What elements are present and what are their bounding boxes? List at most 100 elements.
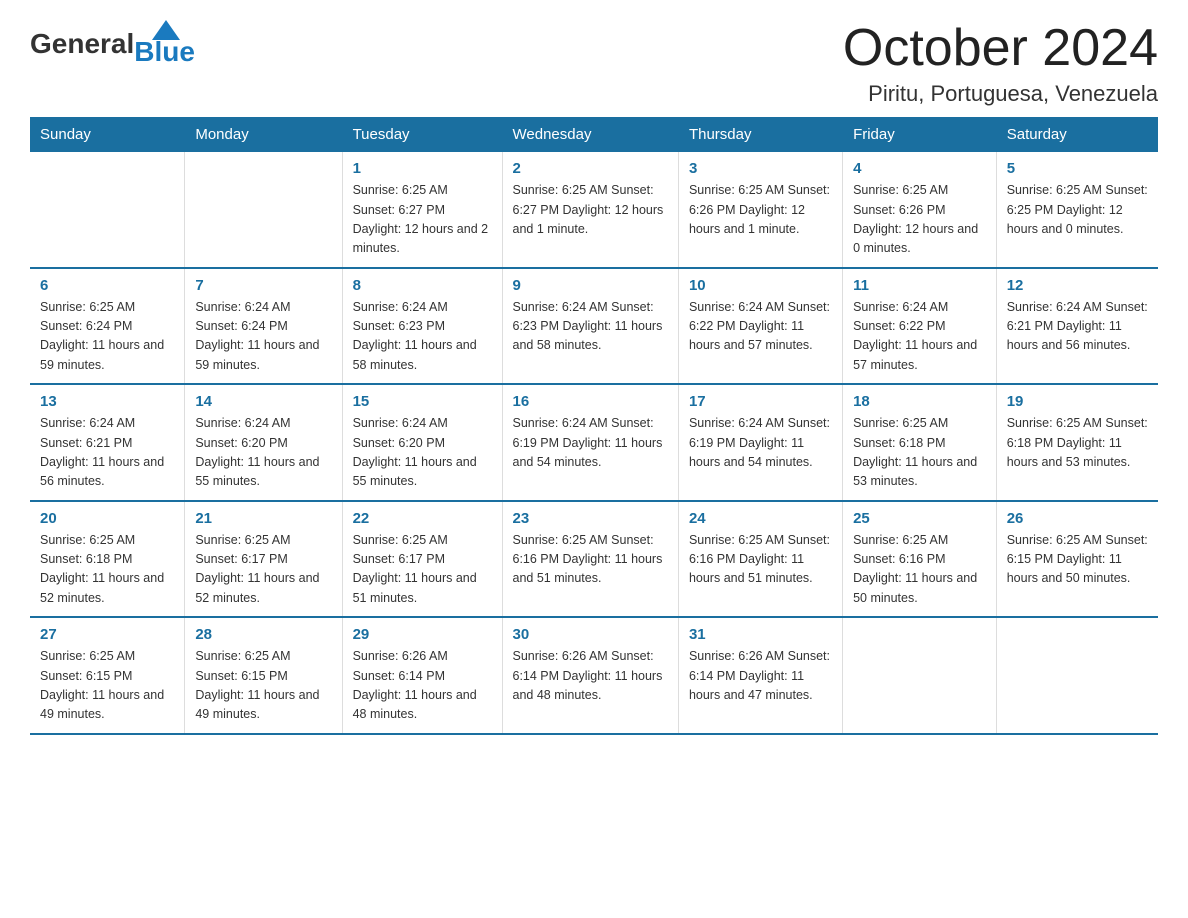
header-cell-tuesday: Tuesday bbox=[342, 118, 502, 152]
week-row-4: 20 Sunrise: 6:25 AM Sunset: 6:18 PM Dayli… bbox=[30, 501, 1158, 618]
day-number: 26 bbox=[1007, 510, 1148, 527]
day-number: 6 bbox=[40, 277, 174, 294]
calendar-cell: 28 Sunrise: 6:25 AM Sunset: 6:15 PM Dayli… bbox=[185, 617, 342, 734]
day-info: Sunrise: 6:25 AM Sunset: 6:17 PM Dayligh… bbox=[353, 531, 492, 609]
calendar-table: SundayMondayTuesdayWednesdayThursdayFrid… bbox=[30, 117, 1158, 735]
calendar-cell: 14 Sunrise: 6:24 AM Sunset: 6:20 PM Dayli… bbox=[185, 384, 342, 501]
day-info: Sunrise: 6:24 AM Sunset: 6:22 PM Dayligh… bbox=[853, 298, 986, 376]
calendar-cell: 8 Sunrise: 6:24 AM Sunset: 6:23 PM Daylig… bbox=[342, 268, 502, 385]
day-info: Sunrise: 6:25 AM Sunset: 6:26 PM Dayligh… bbox=[853, 181, 986, 259]
day-info: Sunrise: 6:26 AM Sunset: 6:14 PM Dayligh… bbox=[353, 647, 492, 725]
calendar-cell: 3 Sunrise: 6:25 AM Sunset: 6:26 PM Daylig… bbox=[678, 152, 842, 268]
header-cell-sunday: Sunday bbox=[30, 118, 185, 152]
logo-blue-text: Blue bbox=[134, 36, 195, 68]
day-info: Sunrise: 6:24 AM Sunset: 6:20 PM Dayligh… bbox=[353, 414, 492, 492]
calendar-cell: 15Sunrise: 6:24 AM Sunset: 6:20 PM Dayli… bbox=[342, 384, 502, 501]
day-info: Sunrise: 6:25 AM Sunset: 6:27 PM Dayligh… bbox=[513, 181, 668, 239]
day-info: Sunrise: 6:25 AM Sunset: 6:18 PM Dayligh… bbox=[1007, 414, 1148, 472]
header-cell-wednesday: Wednesday bbox=[502, 118, 678, 152]
calendar-cell: 13 Sunrise: 6:24 AM Sunset: 6:21 PM Dayli… bbox=[30, 384, 185, 501]
calendar-cell: 30Sunrise: 6:26 AM Sunset: 6:14 PM Dayli… bbox=[502, 617, 678, 734]
header-row: SundayMondayTuesdayWednesdayThursdayFrid… bbox=[30, 118, 1158, 152]
calendar-cell: 6Sunrise: 6:25 AM Sunset: 6:24 PM Daylig… bbox=[30, 268, 185, 385]
calendar-cell: 17 Sunrise: 6:24 AM Sunset: 6:19 PM Dayli… bbox=[678, 384, 842, 501]
calendar-cell: 27Sunrise: 6:25 AM Sunset: 6:15 PM Dayli… bbox=[30, 617, 185, 734]
calendar-cell: 16 Sunrise: 6:24 AM Sunset: 6:19 PM Dayli… bbox=[502, 384, 678, 501]
day-number: 22 bbox=[353, 510, 492, 527]
calendar-cell: 7 Sunrise: 6:24 AM Sunset: 6:24 PM Daylig… bbox=[185, 268, 342, 385]
calendar-cell: 11Sunrise: 6:24 AM Sunset: 6:22 PM Dayli… bbox=[843, 268, 997, 385]
calendar-cell bbox=[30, 152, 185, 268]
calendar-cell: 10Sunrise: 6:24 AM Sunset: 6:22 PM Dayli… bbox=[678, 268, 842, 385]
title-block: October 2024 Piritu, Portuguesa, Venezue… bbox=[843, 20, 1158, 107]
day-info: Sunrise: 6:24 AM Sunset: 6:19 PM Dayligh… bbox=[513, 414, 668, 472]
calendar-header: SundayMondayTuesdayWednesdayThursdayFrid… bbox=[30, 118, 1158, 152]
day-number: 21 bbox=[195, 510, 331, 527]
day-info: Sunrise: 6:25 AM Sunset: 6:26 PM Dayligh… bbox=[689, 181, 832, 239]
calendar-cell: 9Sunrise: 6:24 AM Sunset: 6:23 PM Daylig… bbox=[502, 268, 678, 385]
day-info: Sunrise: 6:25 AM Sunset: 6:15 PM Dayligh… bbox=[1007, 531, 1148, 589]
calendar-cell: 26 Sunrise: 6:25 AM Sunset: 6:15 PM Dayli… bbox=[996, 501, 1158, 618]
day-info: Sunrise: 6:24 AM Sunset: 6:21 PM Dayligh… bbox=[1007, 298, 1148, 356]
day-number: 14 bbox=[195, 393, 331, 410]
day-number: 18 bbox=[853, 393, 986, 410]
header-cell-saturday: Saturday bbox=[996, 118, 1158, 152]
day-info: Sunrise: 6:25 AM Sunset: 6:18 PM Dayligh… bbox=[40, 531, 174, 609]
day-number: 28 bbox=[195, 626, 331, 643]
day-number: 8 bbox=[353, 277, 492, 294]
day-info: Sunrise: 6:24 AM Sunset: 6:24 PM Dayligh… bbox=[195, 298, 331, 376]
day-number: 24 bbox=[689, 510, 832, 527]
week-row-1: 1 Sunrise: 6:25 AM Sunset: 6:27 PM Daylig… bbox=[30, 152, 1158, 268]
day-info: Sunrise: 6:26 AM Sunset: 6:14 PM Dayligh… bbox=[513, 647, 668, 705]
day-number: 29 bbox=[353, 626, 492, 643]
calendar-cell: 1 Sunrise: 6:25 AM Sunset: 6:27 PM Daylig… bbox=[342, 152, 502, 268]
day-number: 13 bbox=[40, 393, 174, 410]
location-title: Piritu, Portuguesa, Venezuela bbox=[843, 81, 1158, 107]
day-info: Sunrise: 6:25 AM Sunset: 6:27 PM Dayligh… bbox=[353, 181, 492, 259]
logo-blue-part: Blue bbox=[134, 20, 195, 68]
day-number: 7 bbox=[195, 277, 331, 294]
day-info: Sunrise: 6:25 AM Sunset: 6:17 PM Dayligh… bbox=[195, 531, 331, 609]
day-number: 17 bbox=[689, 393, 832, 410]
calendar-cell: 20 Sunrise: 6:25 AM Sunset: 6:18 PM Dayli… bbox=[30, 501, 185, 618]
day-info: Sunrise: 6:24 AM Sunset: 6:20 PM Dayligh… bbox=[195, 414, 331, 492]
day-info: Sunrise: 6:25 AM Sunset: 6:16 PM Dayligh… bbox=[689, 531, 832, 589]
day-number: 10 bbox=[689, 277, 832, 294]
day-number: 31 bbox=[689, 626, 832, 643]
day-info: Sunrise: 6:25 AM Sunset: 6:18 PM Dayligh… bbox=[853, 414, 986, 492]
day-number: 12 bbox=[1007, 277, 1148, 294]
calendar-cell: 18 Sunrise: 6:25 AM Sunset: 6:18 PM Dayli… bbox=[843, 384, 997, 501]
calendar-cell: 2Sunrise: 6:25 AM Sunset: 6:27 PM Daylig… bbox=[502, 152, 678, 268]
day-number: 20 bbox=[40, 510, 174, 527]
day-number: 25 bbox=[853, 510, 986, 527]
calendar-cell: 5Sunrise: 6:25 AM Sunset: 6:25 PM Daylig… bbox=[996, 152, 1158, 268]
calendar-body: 1 Sunrise: 6:25 AM Sunset: 6:27 PM Daylig… bbox=[30, 152, 1158, 734]
week-row-2: 6Sunrise: 6:25 AM Sunset: 6:24 PM Daylig… bbox=[30, 268, 1158, 385]
week-row-5: 27Sunrise: 6:25 AM Sunset: 6:15 PM Dayli… bbox=[30, 617, 1158, 734]
day-info: Sunrise: 6:25 AM Sunset: 6:15 PM Dayligh… bbox=[40, 647, 174, 725]
day-info: Sunrise: 6:24 AM Sunset: 6:19 PM Dayligh… bbox=[689, 414, 832, 472]
day-number: 23 bbox=[513, 510, 668, 527]
month-title: October 2024 bbox=[843, 20, 1158, 77]
day-info: Sunrise: 6:24 AM Sunset: 6:23 PM Dayligh… bbox=[353, 298, 492, 376]
day-info: Sunrise: 6:25 AM Sunset: 6:16 PM Dayligh… bbox=[513, 531, 668, 589]
calendar-cell: 19 Sunrise: 6:25 AM Sunset: 6:18 PM Dayli… bbox=[996, 384, 1158, 501]
day-info: Sunrise: 6:25 AM Sunset: 6:16 PM Dayligh… bbox=[853, 531, 986, 609]
calendar-cell: 4Sunrise: 6:25 AM Sunset: 6:26 PM Daylig… bbox=[843, 152, 997, 268]
calendar-cell: 21 Sunrise: 6:25 AM Sunset: 6:17 PM Dayli… bbox=[185, 501, 342, 618]
day-info: Sunrise: 6:24 AM Sunset: 6:23 PM Dayligh… bbox=[513, 298, 668, 356]
calendar-cell bbox=[996, 617, 1158, 734]
calendar-cell: 29 Sunrise: 6:26 AM Sunset: 6:14 PM Dayli… bbox=[342, 617, 502, 734]
day-number: 3 bbox=[689, 160, 832, 177]
day-info: Sunrise: 6:25 AM Sunset: 6:25 PM Dayligh… bbox=[1007, 181, 1148, 239]
logo: General Blue bbox=[30, 20, 195, 68]
day-info: Sunrise: 6:25 AM Sunset: 6:15 PM Dayligh… bbox=[195, 647, 331, 725]
calendar-cell: 12 Sunrise: 6:24 AM Sunset: 6:21 PM Dayli… bbox=[996, 268, 1158, 385]
day-number: 1 bbox=[353, 160, 492, 177]
day-number: 19 bbox=[1007, 393, 1148, 410]
page-header: General Blue October 2024 Piritu, Portug… bbox=[30, 20, 1158, 107]
day-info: Sunrise: 6:24 AM Sunset: 6:21 PM Dayligh… bbox=[40, 414, 174, 492]
header-cell-friday: Friday bbox=[843, 118, 997, 152]
calendar-cell: 23 Sunrise: 6:25 AM Sunset: 6:16 PM Dayli… bbox=[502, 501, 678, 618]
day-number: 16 bbox=[513, 393, 668, 410]
